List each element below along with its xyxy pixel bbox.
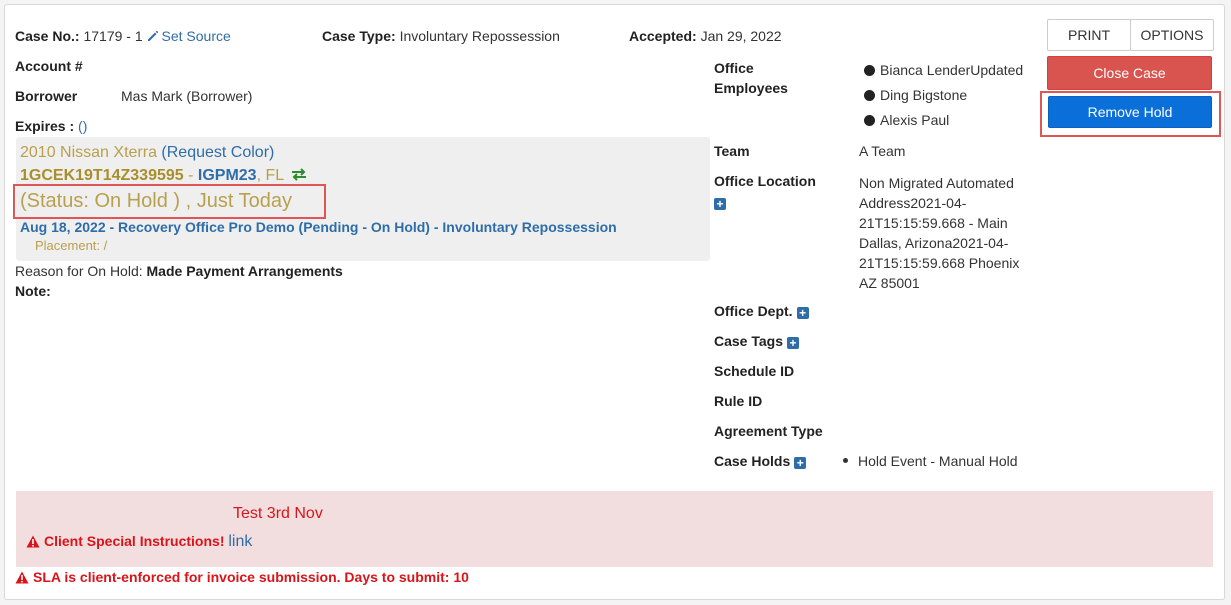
case-number: Case No.: 17179 - 1 Set Source	[15, 28, 231, 44]
set-source-link[interactable]: Set Source	[147, 28, 231, 44]
team-value: A Team	[859, 143, 906, 159]
office-employees-label: Office Employees	[714, 60, 788, 96]
client-instructions-panel: Test 3rd Nov Client Special Instructions…	[16, 491, 1213, 567]
remove-hold-button[interactable]: Remove Hold	[1048, 96, 1212, 128]
close-case-button[interactable]: Close Case	[1047, 56, 1212, 90]
employee-item: Ding Bigstone	[864, 83, 1023, 108]
status-dot-icon	[864, 90, 875, 101]
office-location-value: Non Migrated Automated Address2021-04- 2…	[859, 175, 1020, 291]
plus-icon: +	[714, 198, 726, 210]
employee-item: Alexis Paul	[864, 108, 1023, 133]
swap-arrows-icon[interactable]	[291, 168, 307, 181]
client-special-instructions: Client Special Instructions! link	[26, 533, 252, 551]
sla-notice: SLA is client-enforced for invoice submi…	[15, 569, 469, 585]
instructions-link[interactable]: link	[228, 533, 252, 550]
hold-reason: Reason for On Hold: Made Payment Arrange…	[15, 263, 343, 279]
rule-id-label: Rule ID	[714, 393, 763, 409]
expires-link[interactable]: ()	[78, 118, 87, 134]
borrower-label: Borrower	[15, 88, 78, 104]
plus-icon[interactable]: +	[787, 337, 799, 349]
options-button[interactable]: OPTIONS	[1130, 19, 1214, 51]
warning-icon	[15, 571, 29, 584]
instruction-note: Test 3rd Nov	[233, 505, 323, 522]
team-label: Team	[714, 143, 750, 159]
case-line-link[interactable]: Aug 18, 2022 - Recovery Office Pro Demo …	[20, 219, 617, 235]
schedule-id-label: Schedule ID	[714, 363, 795, 379]
borrower-value: Mas Mark (Borrower)	[121, 88, 253, 104]
accepted-date: Accepted: Jan 29, 2022	[629, 28, 782, 44]
expires: Expires : ()	[15, 118, 88, 134]
status-dot-icon	[864, 115, 875, 126]
employee-item: Bianca LenderUpdated	[864, 58, 1023, 83]
agreement-type-label: Agreement Type	[714, 423, 823, 439]
print-button[interactable]: PRINT	[1047, 19, 1131, 51]
status-dot-icon	[864, 65, 875, 76]
case-holds: Case Holds +	[714, 453, 807, 469]
vehicle-id-line: 1GCEK19T14Z339595 - IGPM23, FL	[20, 167, 307, 185]
office-location-add[interactable]: +	[710, 194, 726, 210]
employee-list: Bianca LenderUpdated Ding Bigstone Alexi…	[864, 58, 1023, 133]
plate-number[interactable]: IGPM23	[198, 167, 257, 184]
bullet-icon	[843, 458, 848, 463]
office-dept: Office Dept. +	[714, 303, 809, 319]
plus-icon[interactable]: +	[794, 457, 807, 469]
vin[interactable]: 1GCEK19T14Z339595	[20, 167, 184, 184]
case-detail-card: Case No.: 17179 - 1 Set Source Case Type…	[4, 4, 1225, 600]
case-tags: Case Tags +	[714, 333, 799, 349]
note-label: Note:	[15, 283, 51, 299]
plus-icon[interactable]: +	[796, 307, 809, 319]
placement: Placement: /	[35, 238, 108, 253]
office-location-label: Office Location	[714, 173, 816, 189]
case-hold-item: Hold Event - Manual Hold	[843, 453, 1018, 469]
pencil-icon	[147, 30, 158, 41]
warning-icon	[26, 535, 40, 548]
vehicle-title: 2010 Nissan Xterra (Request Color)	[20, 144, 275, 161]
account-label: Account #	[15, 58, 83, 74]
case-type: Case Type: Involuntary Repossession	[322, 28, 560, 44]
status-highlight	[13, 184, 326, 219]
request-color-link[interactable]: (Request Color)	[161, 144, 274, 161]
